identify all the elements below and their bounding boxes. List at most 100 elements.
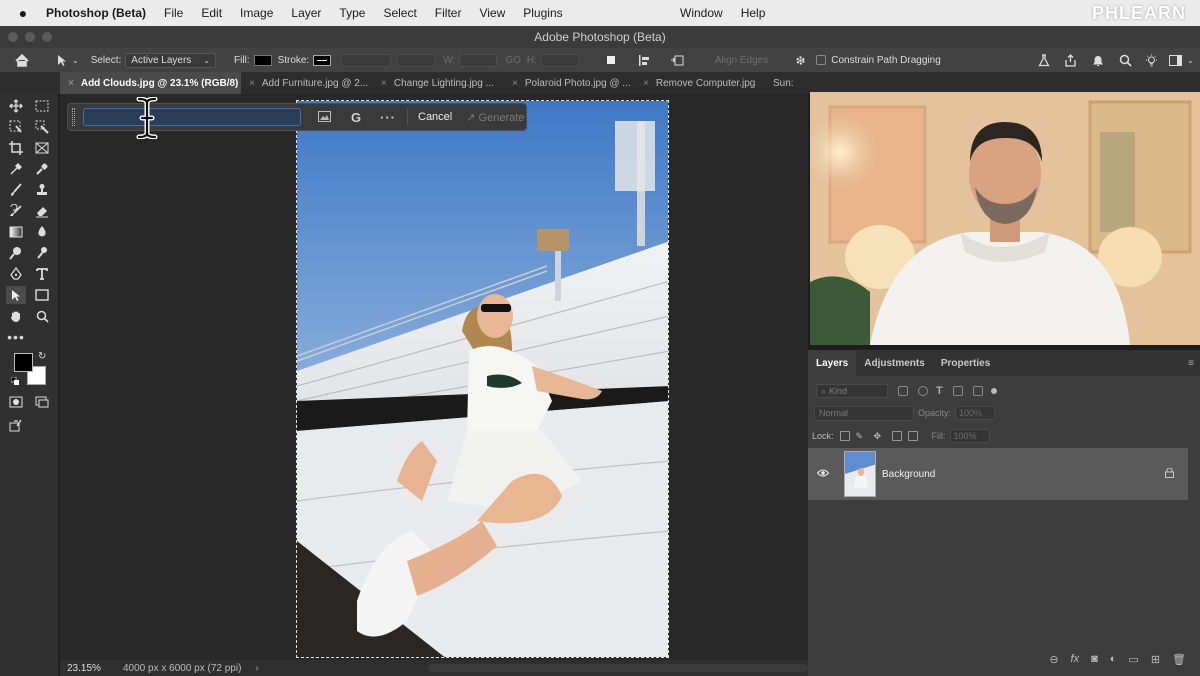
- hand-tool-icon[interactable]: [6, 307, 26, 325]
- burn-tool-icon[interactable]: [32, 244, 52, 262]
- lock-transparent-pixels-icon[interactable]: [839, 431, 850, 441]
- smart-object-filter-icon[interactable]: [972, 386, 983, 396]
- layer-lock-icon[interactable]: [1165, 467, 1174, 481]
- tool-preset-chevron-icon[interactable]: ⌄: [72, 56, 79, 65]
- lock-position-icon[interactable]: ✥: [874, 431, 886, 441]
- close-tab-icon[interactable]: ×: [643, 78, 649, 89]
- swap-colors-icon[interactable]: ↻: [38, 351, 46, 362]
- layer-name[interactable]: Background: [882, 469, 935, 480]
- delete-layer-trash-icon[interactable]: 🗑: [1172, 653, 1186, 666]
- filter-kind-dropdown[interactable]: ⌕ Kind: [816, 384, 888, 398]
- path-selection-tool-icon[interactable]: [54, 52, 70, 68]
- pen-tool-icon[interactable]: [6, 265, 26, 283]
- select-mode-dropdown[interactable]: Active Layers ⌄: [125, 52, 217, 68]
- more-options-icon[interactable]: ···: [379, 110, 397, 125]
- frame-tool-icon[interactable]: [32, 139, 52, 157]
- more-tools-icon[interactable]: •••: [6, 328, 26, 346]
- tab-properties[interactable]: Properties: [933, 350, 998, 376]
- generative-prompt-input[interactable]: [83, 108, 301, 126]
- menu-image[interactable]: Image: [240, 6, 273, 20]
- discover-lightbulb-icon[interactable]: [1143, 52, 1159, 68]
- panel-menu-icon[interactable]: ≡: [1188, 358, 1194, 369]
- constrain-path-checkbox[interactable]: [816, 55, 827, 65]
- opacity-field[interactable]: 100%: [955, 406, 996, 420]
- lock-artboard-icon[interactable]: [891, 431, 902, 441]
- path-selection-active-tool-icon[interactable]: [6, 286, 26, 304]
- new-adjustment-layer-icon[interactable]: ◐: [1110, 653, 1117, 665]
- add-mask-icon[interactable]: ◙: [1091, 653, 1098, 665]
- cancel-button[interactable]: Cancel: [418, 111, 452, 123]
- close-tab-icon[interactable]: ×: [381, 78, 387, 89]
- path-operations-icon[interactable]: [603, 52, 619, 68]
- foreground-color-swatch[interactable]: [14, 353, 33, 372]
- menu-plugins[interactable]: Plugins: [523, 6, 562, 20]
- object-selection-tool-icon[interactable]: [6, 118, 26, 136]
- align-edges-label[interactable]: Align Edges: [715, 55, 768, 66]
- bell-icon[interactable]: [1090, 52, 1106, 68]
- menu-help[interactable]: Help: [741, 6, 766, 20]
- stroke-width-field[interactable]: [341, 53, 392, 67]
- google-gemini-model-icon[interactable]: G: [347, 110, 365, 125]
- app-menu[interactable]: Photoshop (Beta): [46, 6, 146, 20]
- rectangle-tool-icon[interactable]: [32, 286, 52, 304]
- home-icon[interactable]: [14, 52, 30, 68]
- shape-filter-icon[interactable]: [952, 386, 963, 396]
- lock-all-icon[interactable]: [907, 431, 918, 441]
- marquee-tool-icon[interactable]: [32, 97, 52, 115]
- visibility-eye-icon[interactable]: [816, 468, 830, 480]
- tab-polaroid-photo[interactable]: × Polaroid Photo.jpg @ ...: [504, 72, 635, 94]
- zoom-tool-icon[interactable]: [32, 307, 52, 325]
- menu-filter[interactable]: Filter: [435, 6, 462, 20]
- path-arrangement-icon[interactable]: [669, 52, 685, 68]
- spot-healing-brush-icon[interactable]: [32, 160, 52, 178]
- type-filter-icon[interactable]: T: [936, 385, 943, 397]
- move-tool-icon[interactable]: [6, 97, 26, 115]
- link-dimensions-icon[interactable]: GO: [505, 55, 521, 66]
- history-brush-tool-icon[interactable]: [6, 202, 26, 220]
- new-group-folder-icon[interactable]: ▭: [1128, 653, 1138, 666]
- filter-toggle-icon[interactable]: [990, 388, 997, 394]
- tab-layers[interactable]: Layers: [808, 350, 857, 376]
- adjustment-filter-icon[interactable]: [918, 386, 928, 396]
- tab-adjustments[interactable]: Adjustments: [856, 350, 933, 376]
- quick-selection-tool-icon[interactable]: [32, 118, 52, 136]
- menu-layer[interactable]: Layer: [291, 6, 321, 20]
- edit-toolbar-icon[interactable]: [6, 417, 26, 435]
- tab-remove-computer[interactable]: × Remove Computer.jpg: [635, 72, 765, 94]
- brush-tool-icon[interactable]: [6, 181, 26, 199]
- close-tab-icon[interactable]: ×: [68, 78, 74, 89]
- default-colors-icon[interactable]: [10, 376, 19, 385]
- search-icon[interactable]: [1117, 52, 1133, 68]
- path-alignment-icon[interactable]: [637, 52, 653, 68]
- screen-mode-icon[interactable]: [32, 393, 52, 411]
- lock-image-pixels-icon[interactable]: ✎: [856, 431, 868, 441]
- link-layers-icon[interactable]: ⊖: [1049, 653, 1058, 666]
- reference-image-icon[interactable]: [315, 110, 333, 125]
- menu-select[interactable]: Select: [383, 6, 416, 20]
- tab-change-lighting[interactable]: × Change Lighting.jpg ...: [373, 72, 504, 94]
- workspace-icon[interactable]: [1167, 52, 1183, 68]
- generate-button[interactable]: ↗ Generate: [466, 111, 524, 124]
- apple-menu-icon[interactable]: ●: [16, 5, 30, 21]
- close-tab-icon[interactable]: ×: [249, 78, 255, 89]
- gear-icon[interactable]: [792, 52, 808, 68]
- eyedropper-tool-icon[interactable]: [6, 160, 26, 178]
- workspace-chevron-icon[interactable]: ⌄: [1187, 56, 1194, 65]
- tab-add-clouds[interactable]: × Add Clouds.jpg @ 23.1% (RGB/8) *: [60, 72, 241, 94]
- blend-mode-dropdown[interactable]: Normal: [814, 405, 914, 421]
- menu-type[interactable]: Type: [339, 6, 365, 20]
- gradient-tool-icon[interactable]: [6, 223, 26, 241]
- layer-style-fx-icon[interactable]: fx: [1071, 653, 1080, 665]
- type-tool-icon[interactable]: [32, 265, 52, 283]
- menu-file[interactable]: File: [164, 6, 183, 20]
- stroke-swatch[interactable]: [313, 54, 332, 66]
- menu-edit[interactable]: Edit: [201, 6, 222, 20]
- width-field[interactable]: [459, 53, 498, 67]
- taskbar-drag-handle[interactable]: [72, 108, 75, 126]
- menu-window[interactable]: Window: [680, 6, 723, 20]
- share-icon[interactable]: [1062, 52, 1078, 68]
- stroke-type-dropdown[interactable]: [397, 53, 436, 67]
- blur-tool-icon[interactable]: [32, 223, 52, 241]
- fill-field[interactable]: 100%: [949, 429, 990, 443]
- height-field[interactable]: [540, 53, 579, 67]
